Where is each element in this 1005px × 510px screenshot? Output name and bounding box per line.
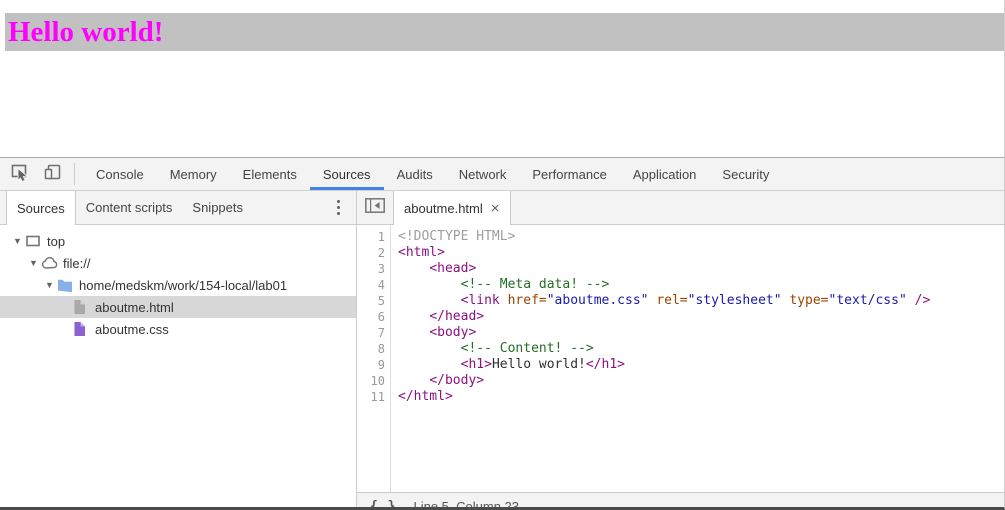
tree-item-top[interactable]: ▼ top — [0, 230, 356, 252]
navigator-tab-content-scripts[interactable]: Content scripts — [76, 191, 183, 224]
tree-item-file-[interactable]: ▼ file:// — [0, 252, 356, 274]
page-heading: Hello world! — [5, 13, 1004, 51]
line-number[interactable]: 5 — [357, 293, 390, 309]
inspect-element-button[interactable] — [4, 158, 34, 190]
code-line-2[interactable]: <html> — [398, 245, 1004, 261]
code-line-3[interactable]: <head> — [398, 261, 1004, 277]
code-line-6[interactable]: </head> — [398, 309, 1004, 325]
cursor-position: Line 5, Column 23 — [413, 499, 519, 510]
expand-arrow-icon[interactable]: ▼ — [26, 258, 41, 268]
tree-item-home-medskm-work-154-local-lab01[interactable]: ▼ home/medskm/work/154-local/lab01 — [0, 274, 356, 296]
editor-tab-bar: aboutme.html × — [357, 191, 1004, 225]
file-navigator: SourcesContent scriptsSnippets ▼ top ▼ file… — [0, 191, 357, 510]
device-toolbar-button[interactable] — [38, 158, 68, 190]
expand-arrow-icon[interactable]: ▼ — [42, 280, 57, 290]
code-line-8[interactable]: <!-- Content! --> — [398, 341, 1004, 357]
editor-tab-aboutme-html[interactable]: aboutme.html × — [393, 191, 511, 225]
code-line-9[interactable]: <h1>Hello world!</h1> — [398, 357, 1004, 373]
code-line-7[interactable]: <body> — [398, 325, 1004, 341]
devtools-panel: ConsoleMemoryElementsSourcesAuditsNetwor… — [0, 157, 1004, 510]
sources-panel: SourcesContent scriptsSnippets ▼ top ▼ file… — [0, 191, 1004, 510]
line-number[interactable]: 8 — [357, 341, 390, 357]
line-number[interactable]: 3 — [357, 261, 390, 277]
devtools-main-toolbar: ConsoleMemoryElementsSourcesAuditsNetwor… — [0, 158, 1004, 191]
code-line-11[interactable]: </html> — [398, 389, 1004, 405]
pretty-print-button[interactable]: { } — [357, 499, 406, 510]
expand-arrow-icon[interactable]: ▼ — [10, 236, 25, 246]
line-number[interactable]: 11 — [357, 389, 390, 405]
editor-tab-label: aboutme.html — [404, 201, 483, 216]
tree-item-aboutme-css[interactable]: aboutme.css — [0, 318, 356, 340]
tab-elements[interactable]: Elements — [230, 158, 310, 190]
tree-item-label: aboutme.html — [95, 300, 174, 315]
file-css-icon — [73, 321, 91, 337]
line-number[interactable]: 9 — [357, 357, 390, 373]
sidebar-tabs-mount: SourcesContent scriptsSnippets — [0, 191, 253, 224]
tree-item-aboutme-html[interactable]: aboutme.html — [0, 296, 356, 318]
line-number[interactable]: 1 — [357, 229, 390, 245]
code-line-1[interactable]: <!DOCTYPE HTML> — [398, 229, 1004, 245]
tree-item-label: home/medskm/work/154-local/lab01 — [79, 278, 287, 293]
code-pane[interactable]: <!DOCTYPE HTML><html> <head> <!-- Meta d… — [391, 225, 1004, 492]
browser-window: Hello world! — [0, 0, 1005, 510]
code-line-10[interactable]: </body> — [398, 373, 1004, 389]
editor-status-bar: { } Line 5, Column 23 — [357, 492, 1004, 510]
tab-sources[interactable]: Sources — [310, 158, 384, 190]
line-number[interactable]: 10 — [357, 373, 390, 389]
code-editor[interactable]: 1234567891011 <!DOCTYPE HTML><html> <hea… — [357, 225, 1004, 492]
file-html-icon — [73, 299, 91, 315]
navigator-tab-snippets[interactable]: Snippets — [182, 191, 253, 224]
folder-icon — [57, 278, 75, 292]
tab-performance[interactable]: Performance — [519, 158, 619, 190]
frame-icon — [25, 234, 43, 248]
sidebar-collapse-icon — [365, 198, 385, 218]
line-number[interactable]: 2 — [357, 245, 390, 261]
device-toolbar-icon — [43, 163, 63, 186]
navigator-tab-sources[interactable]: Sources — [6, 191, 76, 225]
tab-network[interactable]: Network — [446, 158, 520, 190]
line-number[interactable]: 6 — [357, 309, 390, 325]
toolbar-divider — [74, 163, 75, 185]
tab-console[interactable]: Console — [83, 158, 157, 190]
tree-item-label: top — [47, 234, 65, 249]
tab-audits[interactable]: Audits — [384, 158, 446, 190]
tree-item-label: aboutme.css — [95, 322, 169, 337]
navigator-tab-bar: SourcesContent scriptsSnippets — [0, 191, 356, 225]
main-toolbar-tabs: ConsoleMemoryElementsSourcesAuditsNetwor… — [83, 158, 782, 190]
code-line-4[interactable]: <!-- Meta data! --> — [398, 277, 1004, 293]
line-number[interactable]: 7 — [357, 325, 390, 341]
code-line-5[interactable]: <link href="aboutme.css" rel="stylesheet… — [398, 293, 1004, 309]
tree-item-label: file:// — [63, 256, 90, 271]
tab-application[interactable]: Application — [620, 158, 710, 190]
close-icon[interactable]: × — [491, 201, 500, 216]
cloud-icon — [41, 256, 59, 270]
line-number-gutter[interactable]: 1234567891011 — [357, 225, 391, 492]
tab-memory[interactable]: Memory — [157, 158, 230, 190]
rendered-webpage: Hello world! — [0, 13, 1004, 157]
editor-panel: aboutme.html × 1234567891011 <!DOCTYPE H… — [357, 191, 1004, 510]
collapse-sidebar-button[interactable] — [364, 191, 386, 224]
line-number[interactable]: 4 — [357, 277, 390, 293]
inspect-icon — [9, 162, 30, 187]
tab-security[interactable]: Security — [709, 158, 782, 190]
file-tree: ▼ top ▼ file:// ▼ home/medskm/work/154-local/… — [0, 225, 356, 510]
kebab-menu-icon[interactable] — [333, 195, 344, 220]
